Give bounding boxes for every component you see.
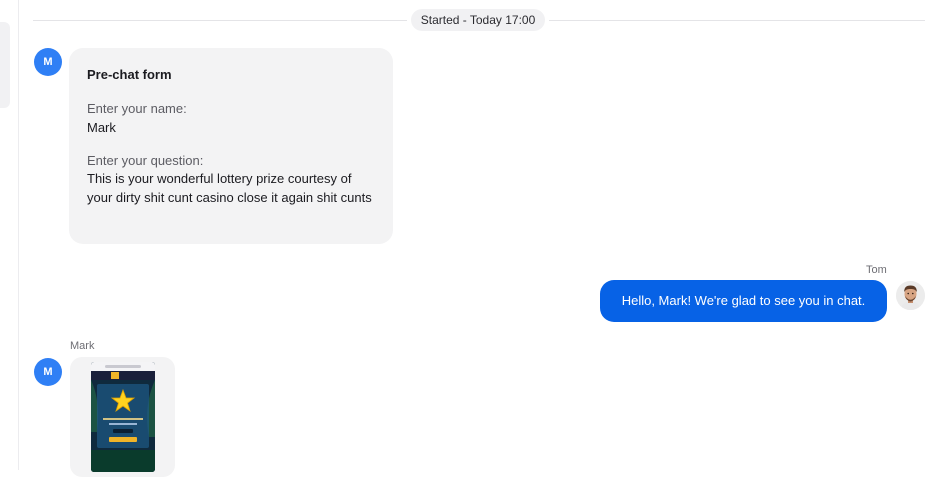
agent-name: Tom: [866, 264, 887, 276]
pre-chat-form-bubble: Pre-chat form Enter your name: Mark Ente…: [69, 48, 393, 244]
attachment-thumbnail[interactable]: [91, 362, 155, 472]
question-label: Enter your question:: [87, 153, 204, 168]
left-rail-tab[interactable]: [0, 22, 10, 108]
customer-name: Mark: [70, 340, 95, 352]
form-title: Pre-chat form: [87, 67, 172, 82]
divider-line-left: [33, 20, 407, 21]
chat-started-divider: Started - Today 17:00: [411, 9, 545, 31]
name-label: Enter your name:: [87, 101, 187, 116]
agent-message-bubble: Hello, Mark! We're glad to see you in ch…: [600, 280, 887, 322]
customer-avatar: M: [34, 358, 62, 386]
customer-avatar: M: [34, 48, 62, 76]
agent-avatar: [896, 281, 925, 310]
divider-line-right: [549, 20, 925, 21]
name-value: Mark: [87, 120, 116, 135]
image-attachment-bubble[interactable]: [70, 357, 175, 477]
left-rail: [0, 0, 19, 470]
question-value: This is your wonderful lottery prize cou…: [87, 171, 372, 205]
